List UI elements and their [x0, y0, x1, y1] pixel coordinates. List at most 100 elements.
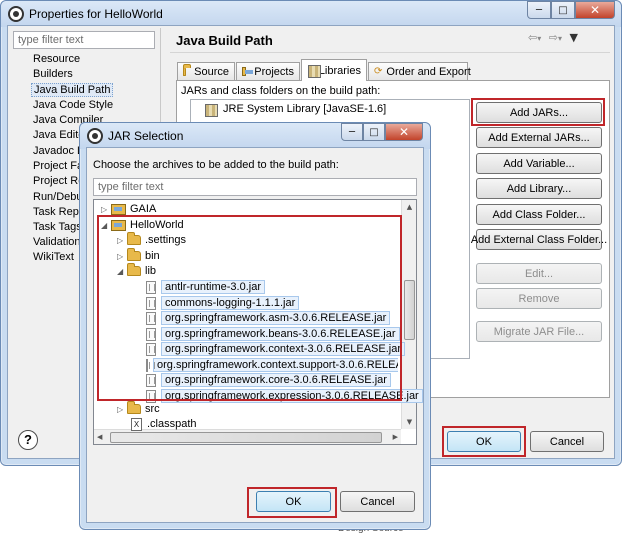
jar-file-icon [146, 311, 156, 325]
add-variable-button[interactable]: Add Variable... [476, 153, 602, 174]
project-icon [111, 203, 126, 215]
jar-item[interactable]: org.springframework.context-3.0.6.RELEAS… [146, 341, 405, 357]
back-arrow-icon[interactable]: ⇦ [528, 31, 537, 44]
jar-item-label: org.springframework.beans-3.0.6.RELEASE.… [161, 327, 400, 341]
tree-item-settings[interactable]: ▷ .settings [117, 232, 186, 248]
scroll-right-icon[interactable]: ▶ [393, 433, 398, 441]
jar-item[interactable]: org.springframework.context.support-3.0.… [146, 357, 398, 373]
add-jars-button[interactable]: Add JARs... [476, 102, 602, 123]
projects-icon [242, 67, 254, 76]
jar-item[interactable]: antlr-runtime-3.0.jar [146, 279, 265, 295]
nav-item-task-repository[interactable]: Task Repo [33, 206, 85, 218]
add-external-class-folder-button[interactable]: Add External Class Folder... [471, 229, 607, 250]
add-class-folder-button[interactable]: Add Class Folder... [476, 204, 602, 225]
tree-item-lib[interactable]: ◢ lib [117, 263, 156, 279]
expand-arrow-icon[interactable]: ▷ [117, 236, 127, 245]
nav-arrows: ⇦▾ ⇨▾ ▼ [528, 31, 578, 44]
back-menu-icon[interactable]: ▾ [537, 34, 541, 43]
libraries-label: JARs and class folders on the build path… [181, 85, 381, 97]
collapse-arrow-icon[interactable]: ◢ [101, 221, 111, 230]
expand-arrow-icon[interactable]: ▷ [117, 405, 127, 414]
minimize-button[interactable]: ─ [527, 1, 551, 19]
tree-item-gaia[interactable]: ▷ GAIA [101, 201, 156, 217]
collapse-arrow-icon[interactable]: ◢ [117, 267, 127, 276]
jar-item-label: antlr-runtime-3.0.jar [161, 280, 265, 294]
source-folder-icon [183, 64, 192, 76]
add-external-jars-button[interactable]: Add External JARs... [476, 127, 602, 148]
properties-filter-input[interactable]: type filter text [13, 31, 155, 49]
forward-menu-icon[interactable]: ▾ [558, 34, 562, 43]
jar-file-icon [146, 373, 156, 387]
jar-dialog-close-button[interactable]: ✕ [385, 123, 423, 141]
tree-item-lib-label: lib [145, 265, 157, 277]
jar-dialog-cancel-button[interactable]: Cancel [340, 491, 415, 512]
jar-item-label: org.springframework.core-3.0.6.RELEASE.j… [161, 373, 391, 387]
jar-dialog-minimize-button[interactable]: ─ [341, 123, 363, 141]
hscroll-thumb[interactable] [110, 432, 382, 443]
scroll-down-icon[interactable]: ▼ [402, 415, 416, 429]
jar-dialog-maximize-button[interactable]: □ [363, 123, 385, 141]
folder-icon [127, 248, 141, 261]
nav-item-run-debug[interactable]: Run/Debu [33, 191, 83, 203]
scroll-left-icon[interactable]: ◀ [97, 433, 102, 441]
jar-item-label: commons-logging-1.1.1.jar [161, 296, 300, 310]
jar-dialog-ok-button[interactable]: OK [256, 491, 331, 512]
nav-item-project-facets[interactable]: Project Fa [33, 160, 83, 172]
jar-dialog-title: JAR Selection [108, 129, 184, 143]
tree-item-helloworld[interactable]: ◢ HelloWorld [101, 217, 184, 233]
tab-source-label: Source [194, 65, 229, 78]
nav-item-java-build-path[interactable]: Java Build Path [31, 83, 114, 97]
page-title: Java Build Path [176, 33, 273, 48]
nav-item-javadoc[interactable]: Javadoc L [33, 145, 83, 157]
forward-arrow-icon[interactable]: ⇨ [549, 31, 558, 44]
tree-item-classpath[interactable]: X .classpath [131, 416, 197, 432]
properties-titlebar[interactable]: Properties for HelloWorld ─ □ ✕ [1, 1, 621, 27]
jar-item-label: org.springframework.asm-3.0.6.RELEASE.ja… [161, 311, 391, 325]
edit-button[interactable]: Edit... [476, 263, 602, 284]
library-entry-jre[interactable]: JRE System Library [JavaSE-1.6] [204, 101, 386, 117]
jar-item-label: org.springframework.context-3.0.6.RELEAS… [161, 342, 405, 356]
migrate-jar-button[interactable]: Migrate JAR File... [476, 321, 602, 342]
tree-item-gaia-label: GAIA [130, 203, 157, 215]
nav-item-wikitext[interactable]: WikiText [33, 251, 74, 263]
title-separator [170, 52, 610, 53]
maximize-button[interactable]: □ [551, 1, 575, 19]
jar-item[interactable]: org.springframework.beans-3.0.6.RELEASE.… [146, 326, 400, 342]
close-button[interactable]: ✕ [575, 1, 615, 19]
tree-item-bin[interactable]: ▷ bin [117, 248, 160, 264]
jar-item[interactable]: org.springframework.core-3.0.6.RELEASE.j… [146, 372, 391, 388]
jar-dialog-titlebar[interactable]: JAR Selection ─ □ ✕ [80, 123, 430, 149]
jar-file-icon [146, 327, 156, 341]
tab-libraries[interactable]: Libraries [301, 59, 367, 81]
tab-source[interactable]: Source [177, 62, 235, 80]
nav-item-task-tags[interactable]: Task Tags [33, 221, 82, 233]
add-library-button[interactable]: Add Library... [476, 178, 602, 199]
nav-item-resource[interactable]: Resource [33, 53, 80, 65]
jar-dialog-eclipse-icon [87, 128, 103, 144]
jre-library-label: JRE System Library [JavaSE-1.6] [223, 103, 387, 115]
help-icon[interactable]: ? [18, 430, 38, 450]
jar-item[interactable]: commons-logging-1.1.1.jar [146, 295, 300, 311]
jar-item[interactable]: org.springframework.asm-3.0.6.RELEASE.ja… [146, 310, 391, 326]
tab-projects[interactable]: Projects [236, 62, 300, 80]
tab-order-and-export[interactable]: ⟳ Order and Export [368, 62, 471, 80]
jar-file-icon [146, 358, 155, 372]
scroll-up-icon[interactable]: ▲ [402, 200, 416, 214]
nav-item-builders[interactable]: Builders [33, 68, 73, 80]
jar-dialog-filter-input[interactable]: type filter text [93, 178, 417, 196]
nav-item-java-code-style[interactable]: Java Code Style [33, 99, 113, 111]
jar-item[interactable]: org.springframework.expression-3.0.6.REL… [146, 388, 423, 404]
nav-item-project-references[interactable]: Project Re [33, 175, 84, 187]
expand-arrow-icon[interactable]: ▷ [117, 252, 127, 261]
tree-item-src[interactable]: ▷ src [117, 401, 160, 417]
properties-cancel-button[interactable]: Cancel [530, 431, 604, 452]
nav-item-java-editor[interactable]: Java Edito [33, 129, 84, 141]
nav-item-validation[interactable]: Validation [33, 236, 81, 248]
remove-button[interactable]: Remove [476, 288, 602, 309]
jar-file-icon [146, 296, 156, 310]
view-menu-icon[interactable]: ▼ [569, 31, 577, 44]
scroll-thumb[interactable] [404, 280, 415, 340]
folder-icon [127, 263, 141, 276]
properties-ok-button[interactable]: OK [447, 431, 521, 452]
expand-arrow-icon[interactable]: ▷ [101, 205, 111, 214]
